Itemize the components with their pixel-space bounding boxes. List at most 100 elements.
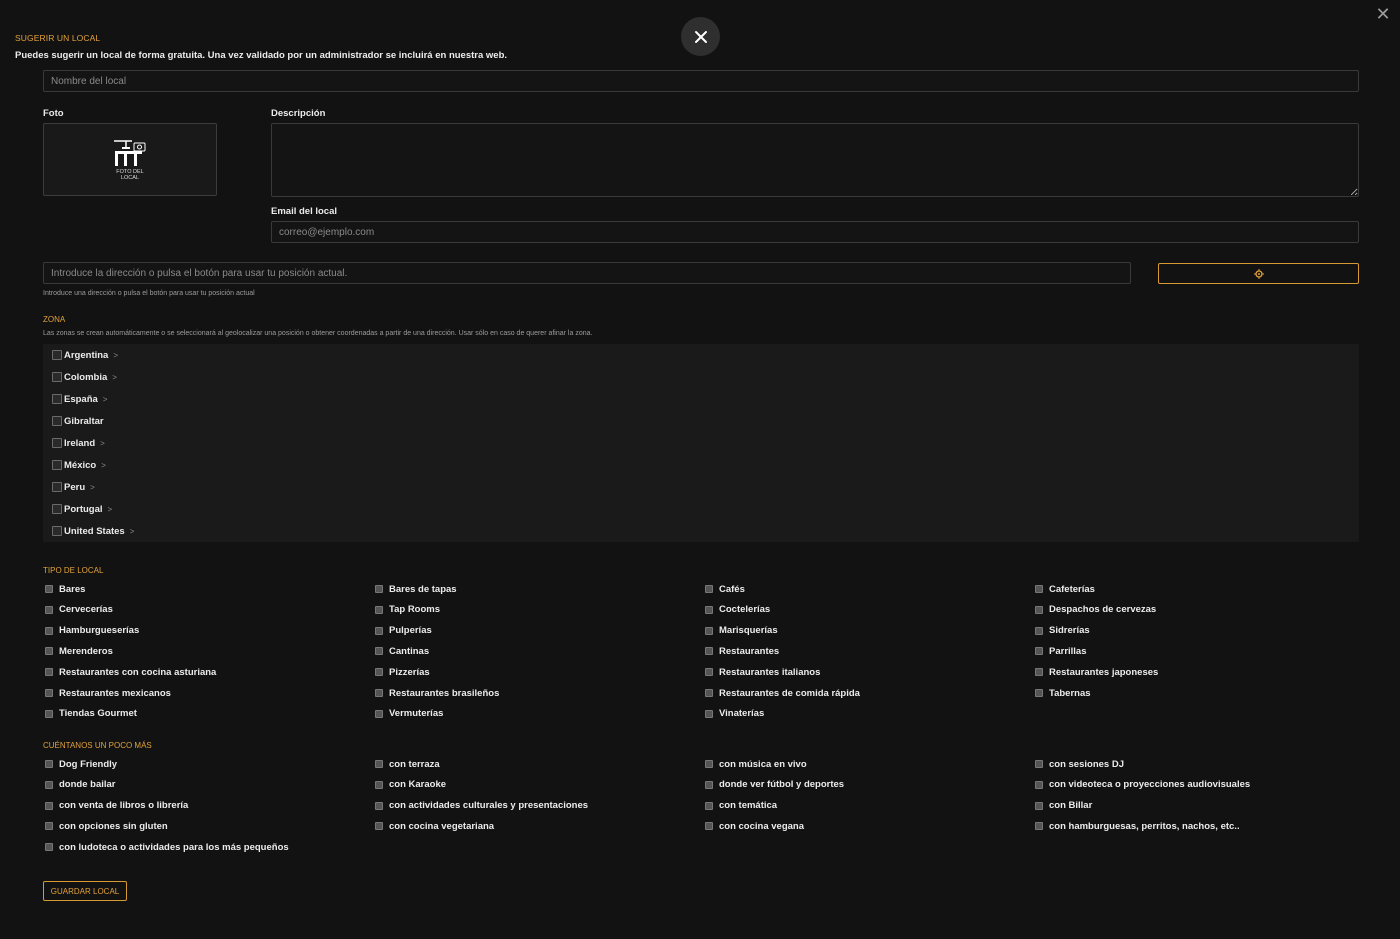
- address-input[interactable]: Introduce la dirección o pulsa el botón …: [43, 262, 1131, 284]
- option-checkbox[interactable]: [1035, 585, 1043, 593]
- option-item[interactable]: con cocina vegetariana: [375, 820, 494, 832]
- option-item[interactable]: Marisquerías: [705, 625, 778, 637]
- zone-item[interactable]: España >: [52, 392, 107, 406]
- option-checkbox[interactable]: [375, 709, 383, 718]
- option-item[interactable]: Coctelerías: [705, 604, 770, 616]
- option-checkbox[interactable]: [45, 760, 53, 768]
- zone-item[interactable]: Ireland >: [52, 436, 105, 450]
- zone-checkbox[interactable]: [52, 372, 62, 382]
- name-input[interactable]: Nombre del local: [43, 70, 1359, 92]
- option-checkbox[interactable]: [705, 605, 713, 614]
- option-item[interactable]: Cervecerías: [45, 604, 113, 616]
- option-checkbox[interactable]: [375, 605, 383, 614]
- option-item[interactable]: con Karaoke: [375, 779, 446, 791]
- option-checkbox[interactable]: [705, 626, 713, 635]
- zone-checkbox[interactable]: [52, 460, 62, 470]
- option-checkbox[interactable]: [1035, 647, 1043, 656]
- zone-checkbox[interactable]: [52, 350, 62, 360]
- option-checkbox[interactable]: [375, 822, 383, 831]
- option-item[interactable]: Restaurantes de comida rápida: [705, 687, 860, 699]
- option-item[interactable]: con opciones sin gluten: [45, 820, 168, 832]
- option-item[interactable]: con Billar: [1035, 800, 1092, 812]
- option-item[interactable]: Restaurantes italianos: [705, 666, 820, 678]
- option-checkbox[interactable]: [1035, 689, 1043, 697]
- photo-upload[interactable]: FOTO DEL LOCAL: [43, 123, 217, 196]
- option-item[interactable]: Restaurantes con cocina asturiana: [45, 666, 216, 678]
- chevron-right-icon[interactable]: >: [108, 505, 113, 514]
- option-item[interactable]: donde bailar: [45, 779, 115, 791]
- option-item[interactable]: Parrillas: [1035, 645, 1087, 657]
- option-checkbox[interactable]: [45, 689, 53, 697]
- option-checkbox[interactable]: [45, 647, 53, 656]
- option-item[interactable]: Tap Rooms: [375, 604, 440, 616]
- option-item[interactable]: con hamburguesas, perritos, nachos, etc.…: [1035, 820, 1240, 832]
- option-checkbox[interactable]: [705, 822, 713, 831]
- option-item[interactable]: Restaurantes: [705, 645, 779, 657]
- zone-checkbox[interactable]: [52, 416, 62, 426]
- option-item[interactable]: Restaurantes japoneses: [1035, 666, 1158, 678]
- option-checkbox[interactable]: [375, 801, 383, 810]
- option-checkbox[interactable]: [1035, 801, 1043, 810]
- save-button[interactable]: GUARDAR LOCAL: [43, 881, 127, 901]
- option-checkbox[interactable]: [45, 843, 53, 852]
- zone-item[interactable]: Colombia >: [52, 370, 117, 384]
- option-item[interactable]: con ludoteca o actividades para los más …: [45, 841, 289, 853]
- option-item[interactable]: Cafés: [705, 583, 745, 595]
- option-checkbox[interactable]: [375, 780, 383, 789]
- zone-checkbox[interactable]: [52, 526, 62, 536]
- description-textarea[interactable]: [271, 123, 1359, 197]
- zone-checkbox[interactable]: [52, 394, 62, 404]
- option-checkbox[interactable]: [1035, 780, 1043, 789]
- option-item[interactable]: con terraza: [375, 758, 440, 770]
- close-icon[interactable]: ✕: [1374, 4, 1392, 24]
- option-checkbox[interactable]: [1035, 760, 1043, 768]
- option-checkbox[interactable]: [45, 801, 53, 810]
- email-input[interactable]: correo@ejemplo.com: [271, 221, 1359, 243]
- close-button[interactable]: [681, 17, 720, 56]
- option-item[interactable]: Tabernas: [1035, 687, 1091, 699]
- option-item[interactable]: Tiendas Gourmet: [45, 708, 137, 720]
- option-checkbox[interactable]: [705, 801, 713, 810]
- option-checkbox[interactable]: [1035, 668, 1043, 677]
- option-item[interactable]: con música en vivo: [705, 758, 807, 770]
- option-item[interactable]: donde ver fútbol y deportes: [705, 779, 844, 791]
- zone-item[interactable]: United States >: [52, 524, 134, 538]
- option-checkbox[interactable]: [375, 689, 383, 697]
- chevron-right-icon[interactable]: >: [103, 395, 108, 404]
- zone-item[interactable]: Argentina >: [52, 348, 118, 362]
- option-item[interactable]: Restaurantes brasileños: [375, 687, 499, 699]
- option-item[interactable]: Cafeterías: [1035, 583, 1095, 595]
- option-checkbox[interactable]: [45, 605, 53, 614]
- option-checkbox[interactable]: [45, 780, 53, 789]
- option-checkbox[interactable]: [45, 585, 53, 593]
- zone-item[interactable]: Gibraltar: [52, 414, 109, 428]
- option-checkbox[interactable]: [1035, 626, 1043, 635]
- option-checkbox[interactable]: [705, 585, 713, 593]
- zone-checkbox[interactable]: [52, 504, 62, 514]
- zone-item[interactable]: Portugal >: [52, 502, 112, 516]
- option-checkbox[interactable]: [45, 668, 53, 677]
- option-item[interactable]: Vinaterías: [705, 708, 764, 720]
- chevron-right-icon[interactable]: >: [112, 373, 117, 382]
- option-checkbox[interactable]: [1035, 605, 1043, 614]
- option-checkbox[interactable]: [45, 626, 53, 635]
- option-item[interactable]: Vermuterías: [375, 708, 443, 720]
- option-checkbox[interactable]: [705, 668, 713, 677]
- option-item[interactable]: Cantinas: [375, 645, 429, 657]
- option-item[interactable]: Despachos de cervezas: [1035, 604, 1156, 616]
- geolocate-button[interactable]: [1158, 263, 1359, 284]
- option-checkbox[interactable]: [705, 780, 713, 789]
- option-checkbox[interactable]: [45, 822, 53, 831]
- option-item[interactable]: con cocina vegana: [705, 820, 804, 832]
- chevron-right-icon[interactable]: >: [90, 483, 95, 492]
- option-item[interactable]: Pulperías: [375, 625, 432, 637]
- option-item[interactable]: con sesiones DJ: [1035, 758, 1124, 770]
- option-item[interactable]: con temática: [705, 800, 777, 812]
- option-item[interactable]: Restaurantes mexicanos: [45, 687, 171, 699]
- chevron-right-icon[interactable]: >: [113, 351, 118, 360]
- option-item[interactable]: Merenderos: [45, 645, 113, 657]
- option-checkbox[interactable]: [375, 585, 383, 593]
- option-checkbox[interactable]: [45, 709, 53, 718]
- option-checkbox[interactable]: [705, 689, 713, 697]
- option-item[interactable]: Dog Friendly: [45, 758, 117, 770]
